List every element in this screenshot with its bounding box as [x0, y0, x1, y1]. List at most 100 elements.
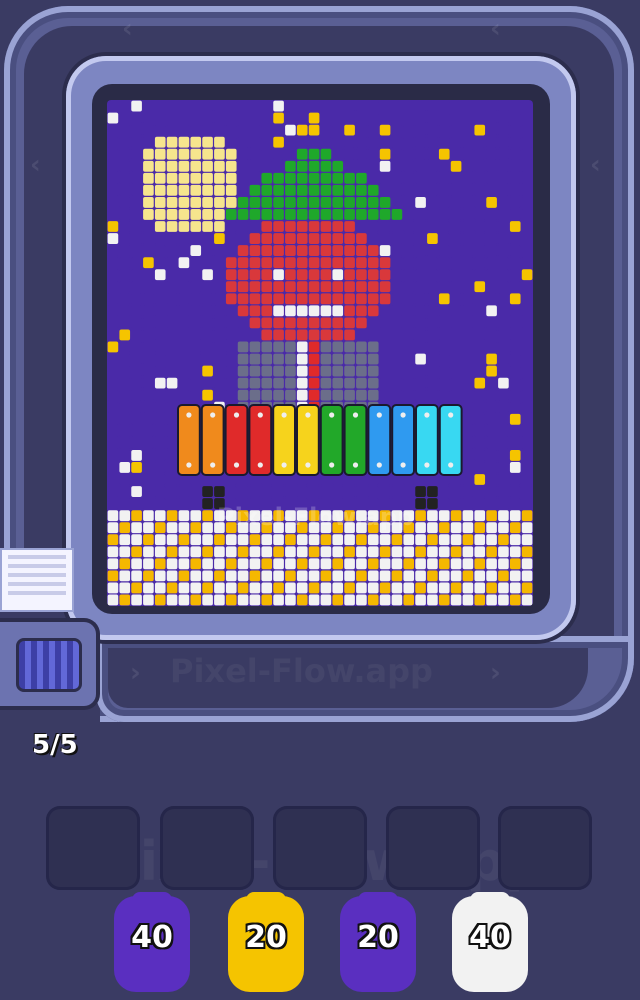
pixel-cell [143, 160, 154, 172]
pixel-cell [367, 281, 379, 293]
pixel-cell [486, 449, 497, 461]
pixel-cell [143, 365, 154, 377]
pixel-cell [225, 257, 237, 269]
shooter-yellow-20[interactable]: 20 [228, 892, 304, 992]
pixel-cell [214, 100, 225, 112]
pixel-cell [119, 100, 131, 112]
pixel-cell [143, 425, 154, 437]
pixel-cell [119, 112, 131, 124]
pixel-cell [273, 124, 284, 136]
pixel-cell [119, 293, 131, 305]
pixel-cell [214, 305, 225, 317]
shooter-purple-40[interactable]: 40 [114, 892, 190, 992]
pixel-cell [154, 269, 166, 281]
slot-3[interactable] [273, 806, 367, 890]
pixel-cell [273, 329, 284, 341]
pixel-cell [320, 534, 332, 546]
pixel-cell [332, 546, 344, 558]
xylophone-peg [352, 412, 359, 418]
pixel-cell [521, 377, 533, 389]
pixel-cell [166, 172, 178, 184]
pixel-cell [415, 305, 426, 317]
pixel-cell [320, 257, 332, 269]
pixel-cell [119, 462, 131, 473]
pixel-cell [178, 389, 190, 401]
pixel-cell [403, 546, 415, 558]
pixel-cell [131, 100, 142, 112]
pixel-cell [498, 184, 509, 196]
pixel-cell [356, 377, 367, 389]
pixel-cell [498, 462, 509, 473]
slot-5[interactable] [498, 806, 592, 890]
pixel-cell [391, 233, 403, 244]
pixel-cell [190, 365, 202, 377]
pixel-cell [190, 100, 202, 112]
pixel-cell [190, 558, 202, 570]
pixel-cell [320, 124, 332, 136]
pixel-cell [261, 172, 273, 184]
slot-4[interactable] [386, 806, 480, 890]
pixel-cell [308, 293, 320, 305]
pixel-cell [225, 329, 237, 341]
pixel-cell [119, 522, 131, 534]
pixel-cell [438, 221, 450, 232]
slot-2[interactable] [160, 806, 254, 890]
pixel-cell [438, 365, 450, 377]
pixel-cell [509, 293, 521, 305]
pixel-cell [308, 546, 320, 558]
pixel-cell [178, 124, 190, 136]
pixel-cell [214, 582, 225, 594]
pixel-cell [344, 305, 355, 317]
pixel-cell [509, 353, 521, 365]
pixel-cell [415, 112, 426, 124]
pixel-cell [225, 209, 237, 220]
pixel-cell [450, 233, 462, 244]
pixel-cell [367, 558, 379, 570]
pixel-cell [474, 160, 486, 172]
pixel-cell [438, 546, 450, 558]
pixel-cell [154, 437, 166, 449]
pixel-cell [320, 377, 332, 389]
pixel-cell [486, 136, 497, 148]
pixel-cell [285, 546, 296, 558]
pixel-cell [261, 136, 273, 148]
pixel-cell [178, 546, 190, 558]
pixel-cell [143, 437, 154, 449]
pixel-cell [154, 486, 166, 497]
pixel-cell [427, 377, 438, 389]
pixel-cell [391, 209, 403, 220]
shooter-purple-20[interactable]: 20 [340, 892, 416, 992]
slot-1[interactable] [46, 806, 140, 890]
pixel-cell [249, 124, 261, 136]
pixel-cell [498, 510, 509, 522]
shooter-white-40[interactable]: 40 [452, 892, 528, 992]
pixel-cell [498, 221, 509, 232]
pixel-cell [214, 377, 225, 389]
pixel-cell [320, 160, 332, 172]
pixel-cell [154, 365, 166, 377]
pixel-cell [521, 209, 533, 220]
pixel-cell [154, 317, 166, 329]
pixel-cell [237, 353, 249, 365]
pixel-cell [403, 184, 415, 196]
pixel-cell [296, 136, 308, 148]
pixel-cell [356, 100, 367, 112]
pixel-cell [450, 365, 462, 377]
pixel-cell [521, 486, 533, 497]
pixel-cell [344, 269, 355, 281]
pixel-cell [131, 534, 142, 546]
pixel-cell [107, 269, 119, 281]
pixel-cell [131, 594, 142, 606]
pixel-cell [427, 558, 438, 570]
pixel-cell [249, 269, 261, 281]
launcher[interactable] [0, 618, 100, 710]
pixel-cell [521, 498, 533, 510]
pixel-cell [225, 172, 237, 184]
pixel-cell [450, 245, 462, 257]
pixel-cell [415, 233, 426, 244]
pixel-cell [438, 570, 450, 582]
pixel-cell [438, 558, 450, 570]
pixel-cell [474, 486, 486, 497]
pixel-cell [143, 582, 154, 594]
pixel-cell [154, 462, 166, 473]
